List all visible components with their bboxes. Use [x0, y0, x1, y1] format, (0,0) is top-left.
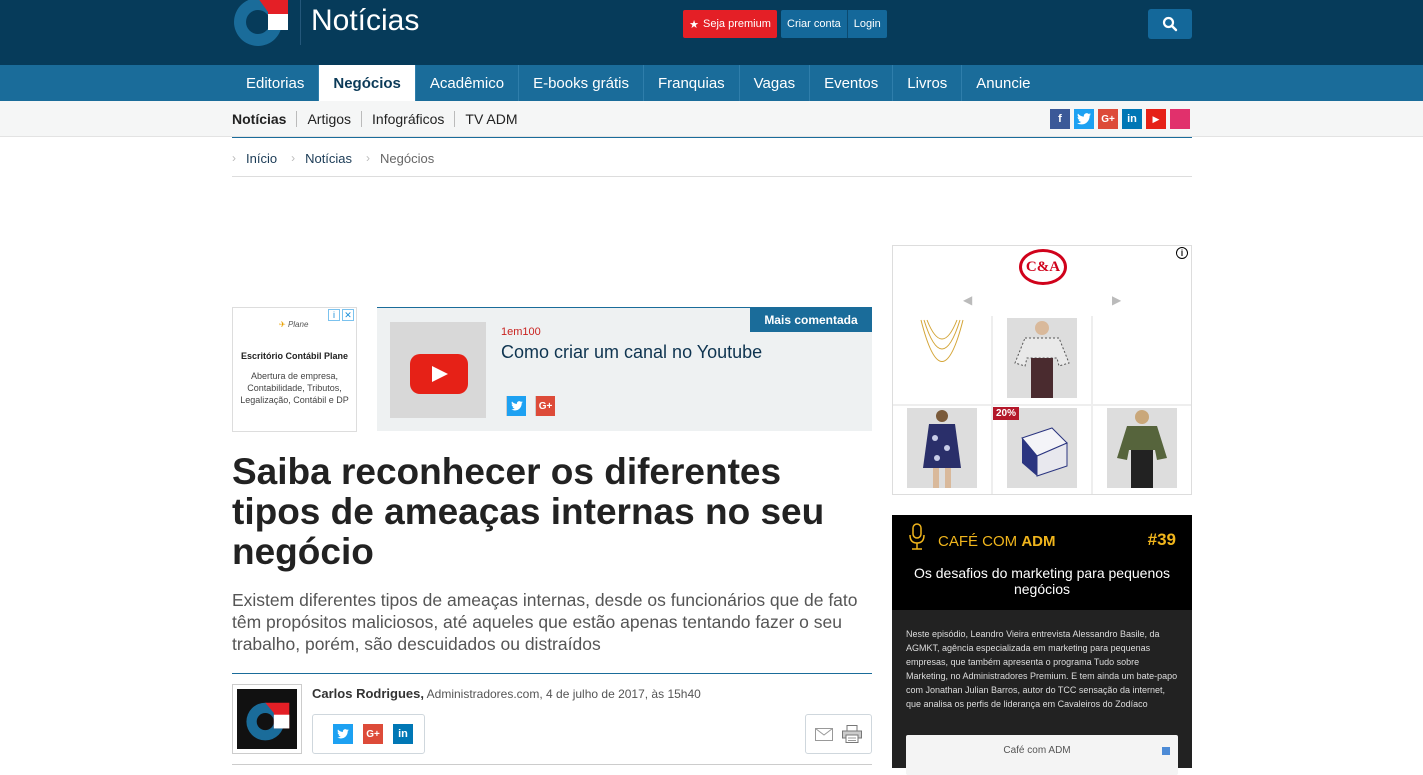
green-top-image	[1107, 408, 1177, 488]
byline-divider	[232, 673, 872, 674]
sub-nav: Notícias Artigos Infográficos TV ADM f G…	[0, 101, 1423, 137]
main-nav: Editorias Negócios Acadêmico E-books grá…	[0, 65, 1423, 101]
floral-dress-image	[907, 408, 977, 488]
breadcrumb-inicio[interactable]: › Início	[232, 151, 277, 166]
top-header: Notícias ★ Seja premium Criar conta Logi…	[0, 0, 1423, 65]
ad-close-icon[interactable]: ✕	[342, 309, 354, 321]
subnav-item-infograficos[interactable]: Infográficos	[362, 111, 456, 127]
youtube-play-icon[interactable]	[410, 354, 468, 394]
product-empty[interactable]	[1093, 316, 1191, 404]
author-logo-icon	[246, 702, 290, 741]
site-title[interactable]: Notícias	[311, 4, 419, 38]
breadcrumb-negocios: › Negócios	[366, 150, 435, 166]
featured-video-card[interactable]: Mais comentada 1em100 Como criar um cana…	[377, 307, 872, 431]
jewelry-box-image	[1007, 408, 1077, 488]
author-avatar[interactable]	[232, 684, 302, 754]
article-share-bar: G+ in	[312, 714, 425, 754]
linkedin-icon[interactable]: in	[1122, 109, 1142, 129]
breadcrumb-noticias[interactable]: › Notícias	[291, 151, 352, 166]
microphone-icon	[909, 523, 925, 550]
account-buttons: Criar conta Login	[781, 10, 887, 38]
podcast-description: Neste episódio, Leandro Vieira entrevist…	[906, 629, 1178, 709]
subnav-item-artigos[interactable]: Artigos	[297, 111, 363, 127]
most-commented-tag: Mais comentada	[750, 308, 872, 332]
facebook-icon[interactable]: f	[1050, 109, 1070, 129]
carousel-prev-icon[interactable]: ◀	[963, 293, 972, 307]
podcast-player[interactable]: Café com ADM	[906, 735, 1178, 775]
podcast-brand[interactable]: CAFÉ COM ADM	[938, 533, 1056, 550]
video-title[interactable]: Como criar um canal no Youtube	[501, 342, 762, 363]
search-icon	[1162, 16, 1178, 32]
plane-logo: ✈ Plane	[279, 320, 309, 329]
nav-item-vagas[interactable]: Vagas	[740, 65, 811, 101]
search-button[interactable]	[1148, 9, 1192, 39]
product-blouse[interactable]	[993, 316, 1091, 404]
nav-item-anuncie[interactable]: Anuncie	[962, 65, 1044, 101]
premium-button[interactable]: ★ Seja premium	[683, 10, 777, 38]
ad-banner-ca[interactable]: i C&A ◀ ▶ 20%	[892, 245, 1192, 495]
product-necklace[interactable]	[893, 316, 991, 404]
ad-title: Escritório Contábil Plane	[240, 351, 349, 361]
subnav-divider	[232, 137, 1192, 138]
podcast-title[interactable]: Os desafios do marketing para pequenos n…	[902, 565, 1182, 597]
site-logo[interactable]	[232, 0, 288, 46]
necklace-image	[920, 319, 964, 362]
breadcrumb: › Início › Notícias › Negócios	[232, 149, 434, 167]
player-menu-icon[interactable]	[1162, 747, 1170, 755]
twitter-share-icon[interactable]	[506, 396, 526, 416]
player-label: Café com ADM	[1003, 745, 1071, 756]
product-jewelry-box[interactable]: 20%	[993, 406, 1091, 494]
logo-separator	[300, 0, 301, 45]
chevron-right-icon: ›	[232, 151, 236, 165]
nav-item-livros[interactable]: Livros	[893, 65, 963, 101]
ca-logo[interactable]: C&A	[1019, 249, 1067, 285]
byline: Carlos Rodrigues, Administradores.com, 4…	[312, 686, 701, 701]
product-floral-dress[interactable]	[893, 406, 991, 494]
article-meta: Administradores.com, 4 de julho de 2017,…	[426, 687, 701, 701]
nav-item-eventos[interactable]: Eventos	[810, 65, 894, 101]
carousel-next-icon[interactable]: ▶	[1112, 293, 1121, 307]
product-green-top[interactable]	[1093, 406, 1191, 494]
discount-badge: 20%	[993, 407, 1020, 420]
ad-info-icon[interactable]: i	[1176, 247, 1188, 259]
article-headline: Saiba reconhecer os diferentes tipos de …	[232, 451, 825, 572]
podcast-episode-number: #39	[1147, 530, 1176, 549]
article-tools	[805, 714, 872, 754]
googleplus-share-icon[interactable]: G+	[363, 724, 383, 744]
googleplus-icon[interactable]: G+	[1098, 109, 1118, 129]
nav-item-franquias[interactable]: Franquias	[644, 65, 740, 101]
premium-button-label: Seja premium	[703, 18, 771, 30]
print-icon[interactable]	[842, 725, 863, 743]
youtube-icon[interactable]: ▶	[1146, 109, 1166, 129]
social-links: f G+ in ▶	[1050, 109, 1190, 129]
twitter-share-icon[interactable]	[333, 724, 353, 744]
ad-description: Abertura de empresa, Contabilidade, Trib…	[240, 371, 349, 405]
star-icon: ★	[689, 18, 699, 31]
chevron-right-icon: ›	[366, 151, 371, 165]
ad-banner-plane[interactable]: i ✕ ✈ Plane Escritório Contábil Plane Ab…	[232, 307, 357, 432]
blouse-image	[1007, 318, 1077, 398]
author-name[interactable]: Carlos Rodrigues,	[312, 686, 424, 701]
podcast-widget[interactable]: CAFÉ COM ADM #39 Os desafios do marketin…	[892, 515, 1192, 775]
twitter-icon[interactable]	[1074, 109, 1094, 129]
nav-item-negocios[interactable]: Negócios	[319, 65, 416, 101]
article-divider	[232, 764, 872, 765]
nav-item-editorias[interactable]: Editorias	[232, 65, 320, 101]
googleplus-share-icon[interactable]: G+	[535, 396, 555, 416]
chevron-right-icon: ›	[291, 151, 296, 165]
create-account-button[interactable]: Criar conta	[781, 10, 847, 38]
breadcrumb-divider	[232, 176, 1192, 177]
video-source[interactable]: 1em100	[501, 326, 541, 338]
article-deck: Existem diferentes tipos de ameaças inte…	[232, 590, 858, 654]
nav-item-academico[interactable]: Acadêmico	[416, 65, 520, 101]
subnav-item-tvadm[interactable]: TV ADM	[455, 111, 527, 127]
linkedin-share-icon[interactable]: in	[393, 724, 413, 744]
login-button[interactable]: Login	[846, 10, 887, 38]
nav-item-ebooks[interactable]: E-books grátis	[519, 65, 644, 101]
instagram-icon[interactable]	[1170, 109, 1190, 129]
ad-info-icon[interactable]: i	[328, 309, 340, 321]
podcast-header: CAFÉ COM ADM #39 Os desafios do marketin…	[892, 515, 1192, 610]
subnav-item-noticias[interactable]: Notícias	[232, 111, 298, 127]
email-icon[interactable]	[814, 727, 833, 741]
